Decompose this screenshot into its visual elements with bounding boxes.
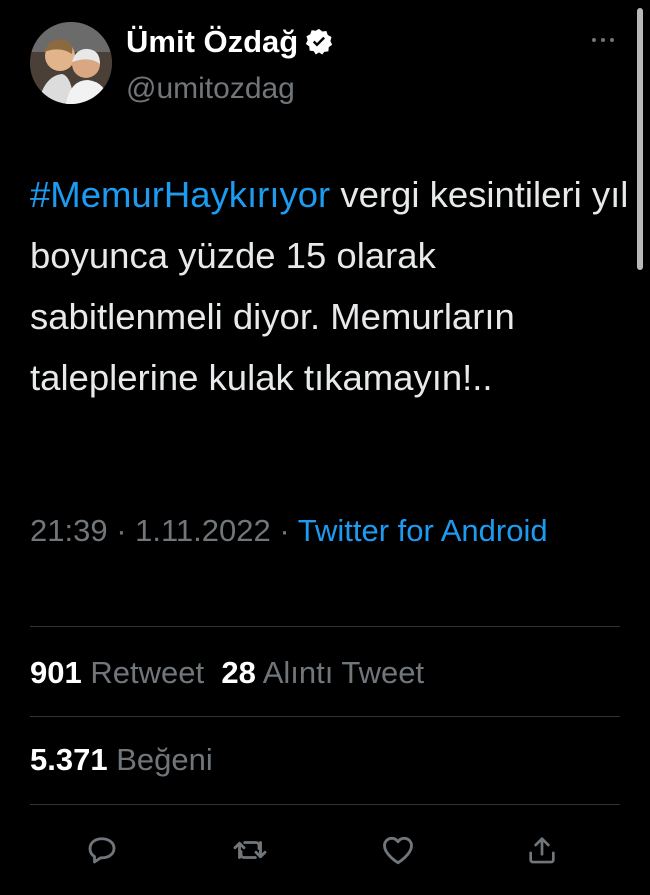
divider <box>30 804 620 805</box>
retweet-count: 901 <box>30 655 82 690</box>
meta-separator: · <box>107 513 136 548</box>
hashtag-link[interactable]: #MemurHaykırıyor <box>30 174 330 215</box>
tweet-text: #MemurHaykırıyor vergi kesintileri yıl b… <box>30 164 630 408</box>
like-count: 5.371 <box>30 742 108 777</box>
divider <box>30 626 620 627</box>
reply-icon <box>88 837 116 864</box>
retweet-icon <box>233 841 267 859</box>
quote-label: Alıntı Tweet <box>262 655 425 690</box>
scrollbar[interactable] <box>637 8 643 270</box>
author-name[interactable]: Ümit Özdağ <box>126 24 334 60</box>
action-bar <box>0 826 650 874</box>
divider <box>30 716 620 717</box>
tweet-time: 21:39 <box>30 513 108 548</box>
tweet-source-link[interactable]: Twitter for Android <box>298 513 548 548</box>
avatar[interactable] <box>30 22 112 104</box>
retweet-label: Retweet <box>90 655 205 690</box>
share-icon <box>529 837 555 864</box>
retweets-link[interactable]: 901 Retweet <box>30 655 204 690</box>
author-name-text: Ümit Özdağ <box>126 24 299 59</box>
author-handle[interactable]: @umitozdag <box>126 72 295 106</box>
tweet-date: 1.11.2022 <box>135 513 271 548</box>
reply-button[interactable] <box>82 826 122 874</box>
quotes-link[interactable]: 28 Alıntı Tweet <box>221 655 424 690</box>
verified-badge-icon <box>306 28 333 55</box>
retweet-button[interactable] <box>230 826 270 874</box>
heart-icon <box>383 836 413 865</box>
like-button[interactable] <box>378 826 418 874</box>
like-label: Beğeni <box>116 742 213 777</box>
more-options-icon[interactable] <box>588 30 618 50</box>
quote-count: 28 <box>221 655 256 690</box>
tweet-meta: 21:39 · 1.11.2022 · Twitter for Android <box>30 507 590 554</box>
retweet-stats: 901 Retweet 28 Alıntı Tweet <box>30 655 424 691</box>
share-button[interactable] <box>522 826 562 874</box>
likes-link[interactable]: 5.371 Beğeni <box>30 742 213 778</box>
avatar-image <box>30 22 112 104</box>
meta-separator: · <box>270 513 298 548</box>
